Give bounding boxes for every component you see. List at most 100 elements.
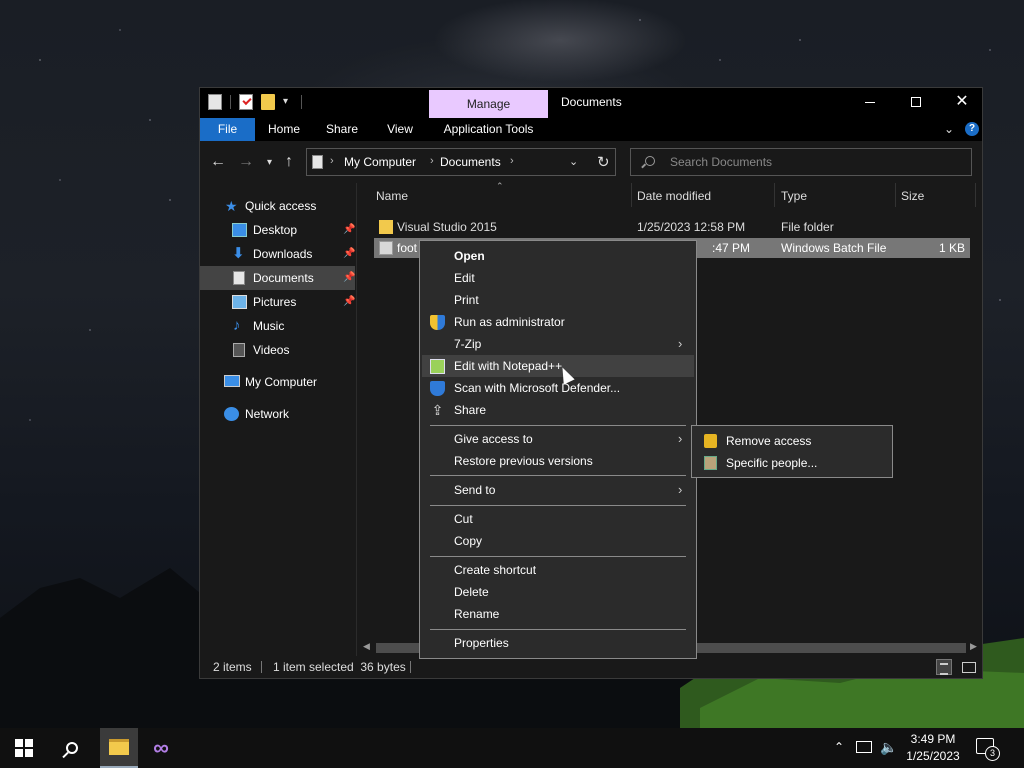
large-icons-view-icon[interactable]	[960, 659, 976, 675]
maximize-icon	[911, 97, 921, 107]
menu-item-delete[interactable]: Delete	[422, 581, 694, 603]
selection-info: 1 item selected 36 bytes	[273, 660, 406, 674]
menu-item-label: Cut	[454, 512, 473, 526]
breadcrumb-separator-icon[interactable]: ›	[510, 155, 514, 167]
menu-item-send-to[interactable]: Send to ›	[422, 479, 694, 501]
menu-item-label: Create shortcut	[454, 563, 537, 577]
column-divider[interactable]	[975, 183, 976, 207]
menu-item-specific-people[interactable]: Specific people...	[694, 452, 890, 474]
menu-item-remove-access[interactable]: Remove access	[694, 430, 890, 452]
menu-item-give-access-to[interactable]: Give access to ›	[422, 428, 694, 450]
sidebar-item-network[interactable]: Network	[200, 402, 355, 426]
sidebar-item-music[interactable]: ♪ Music	[200, 314, 355, 338]
network-tray-icon[interactable]	[856, 741, 872, 753]
column-header-type[interactable]: Type	[781, 189, 807, 203]
help-icon[interactable]: ?	[965, 122, 979, 136]
tab-file[interactable]: File	[200, 118, 255, 141]
sidebar-item-my-computer[interactable]: My Computer	[200, 370, 355, 394]
sidebar-item-quick-access[interactable]: ★ Quick access	[200, 194, 355, 218]
menu-separator	[430, 629, 686, 630]
start-button[interactable]	[0, 728, 48, 768]
address-dropdown-chevron-icon[interactable]: ⌄	[569, 155, 578, 168]
menu-item-properties[interactable]: Properties	[422, 632, 694, 654]
menu-item-open[interactable]: Open	[422, 245, 694, 267]
properties-icon[interactable]	[208, 94, 222, 110]
menu-item-print[interactable]: Print	[422, 289, 694, 311]
sidebar-item-documents[interactable]: Documents 📌	[200, 266, 355, 290]
column-header-name[interactable]: Name	[376, 189, 408, 203]
sidebar-item-desktop[interactable]: Desktop 📌	[200, 218, 355, 242]
tab-application-tools[interactable]: Application Tools	[429, 118, 548, 141]
address-bar[interactable]: › My Computer › Documents › ⌄ ↻	[306, 148, 616, 176]
breadcrumb-my-computer[interactable]: My Computer	[344, 155, 416, 169]
defender-shield-icon	[430, 381, 445, 396]
menu-item-label: Print	[454, 293, 479, 307]
sidebar-item-videos[interactable]: Videos	[200, 338, 355, 362]
menu-separator	[430, 475, 686, 476]
customize-dropdown-icon[interactable]: ▾	[283, 97, 293, 107]
new-folder-icon[interactable]	[261, 94, 275, 110]
taskbar-search-button[interactable]	[48, 728, 96, 768]
column-divider[interactable]	[774, 183, 775, 207]
menu-separator	[430, 425, 686, 426]
minimize-button[interactable]	[847, 88, 893, 116]
item-count: 2 items	[213, 660, 252, 674]
table-row[interactable]: Visual Studio 2015 1/25/2023 12:58 PM Fi…	[374, 217, 970, 237]
breadcrumb-separator-icon[interactable]: ›	[430, 155, 434, 167]
menu-item-edit[interactable]: Edit	[422, 267, 694, 289]
search-input[interactable]: Search Documents	[630, 148, 972, 176]
menu-item-create-shortcut[interactable]: Create shortcut	[422, 559, 694, 581]
menu-item-run-as-administrator[interactable]: Run as administrator	[422, 311, 694, 333]
menu-item-restore-previous-versions[interactable]: Restore previous versions	[422, 450, 694, 472]
menu-item-rename[interactable]: Rename	[422, 603, 694, 625]
documents-icon	[233, 271, 245, 285]
maximize-button[interactable]	[893, 88, 939, 116]
navigation-pane: ★ Quick access Desktop 📌 ⬇ Downloads 📌 D…	[200, 183, 357, 656]
forward-arrow-icon[interactable]: →	[238, 153, 254, 171]
clock-date[interactable]: 1/25/2023	[900, 749, 966, 763]
close-button[interactable]: ✕	[939, 88, 985, 116]
checkmark-icon[interactable]	[239, 94, 253, 110]
scroll-right-arrow-icon[interactable]: ▶	[970, 641, 977, 652]
notepad-plus-plus-icon	[430, 359, 445, 374]
column-header-size[interactable]: Size	[901, 189, 924, 203]
desktop-icon	[232, 223, 247, 237]
file-name: Visual Studio 2015	[397, 220, 497, 234]
search-icon	[645, 156, 655, 166]
title-bar[interactable]: ▾ Manage Documents ✕	[200, 88, 982, 118]
taskbar-file-explorer[interactable]	[100, 728, 138, 768]
tab-home[interactable]: Home	[255, 118, 313, 141]
details-view-icon[interactable]	[936, 659, 952, 675]
recent-locations-chevron-icon[interactable]: ▾	[267, 157, 272, 168]
sidebar-item-label: Videos	[253, 343, 290, 357]
clock-time[interactable]: 3:49 PM	[900, 732, 966, 746]
breadcrumb-separator-icon[interactable]: ›	[330, 155, 334, 167]
menu-item-label: 7-Zip	[454, 337, 482, 351]
menu-item-cut[interactable]: Cut	[422, 508, 694, 530]
menu-item-label: Edit	[454, 271, 475, 285]
sidebar-item-label: My Computer	[245, 375, 318, 389]
refresh-icon[interactable]: ↻	[597, 153, 610, 171]
menu-item-share[interactable]: ⇪ Share	[422, 399, 694, 421]
menu-item-7zip[interactable]: 7-Zip ›	[422, 333, 694, 355]
menu-separator	[430, 505, 686, 506]
show-hidden-icons-chevron-icon[interactable]: ⌃	[834, 740, 844, 754]
sidebar-item-downloads[interactable]: ⬇ Downloads 📌	[200, 242, 355, 266]
manage-tab-header[interactable]: Manage	[429, 90, 548, 118]
column-header-date-modified[interactable]: Date modified	[637, 189, 711, 203]
sidebar-item-pictures[interactable]: Pictures 📌	[200, 290, 355, 314]
menu-item-copy[interactable]: Copy	[422, 530, 694, 552]
breadcrumb-documents[interactable]: Documents	[440, 155, 501, 169]
tab-share[interactable]: Share	[313, 118, 371, 141]
scroll-left-arrow-icon[interactable]: ◀	[363, 641, 370, 652]
back-arrow-icon[interactable]: ←	[210, 153, 226, 171]
up-arrow-icon[interactable]: ↑	[285, 153, 293, 171]
expand-ribbon-chevron-icon[interactable]: ⌄	[944, 122, 954, 136]
pin-icon: 📌	[343, 248, 356, 259]
volume-icon[interactable]: 🔈	[880, 739, 897, 756]
column-divider[interactable]	[895, 183, 896, 207]
menu-item-scan-with-defender[interactable]: Scan with Microsoft Defender...	[422, 377, 694, 399]
taskbar-visual-studio[interactable]: ∞	[142, 728, 180, 768]
tab-view[interactable]: View	[371, 118, 429, 141]
column-divider[interactable]	[631, 183, 632, 207]
